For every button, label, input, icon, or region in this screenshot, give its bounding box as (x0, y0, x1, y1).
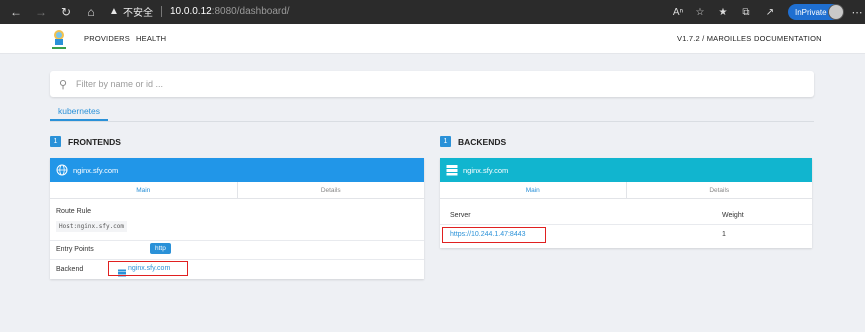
warning-icon: ▲ (109, 6, 119, 17)
globe-icon (56, 164, 68, 176)
app-navbar: PROVIDERS HEALTH V1.7.2 / MAROILLES DOCU… (0, 24, 865, 54)
browser-toolbar: ← → ↻ ⌂ ▲ 不安全 10.0.0.12:8080/dashboard/ … (0, 0, 865, 24)
back-icon[interactable]: ← (4, 0, 28, 24)
weight-column-header: Weight (722, 212, 744, 219)
share-icon[interactable]: ↗ (759, 0, 781, 24)
avatar[interactable] (828, 4, 844, 20)
filter-search-box[interactable]: ⚲ Filter by name or id ... (50, 71, 814, 97)
read-aloud-icon[interactable]: Aⁿ (667, 0, 689, 24)
tab-backend-details[interactable]: Details (627, 182, 813, 198)
frontend-divider-2 (50, 259, 424, 260)
server-weight-value: 1 (722, 231, 726, 238)
server-highlight-box (442, 227, 546, 243)
route-rule-value: Host:nginx.sfy.com (56, 221, 128, 232)
route-rule-block: Route Rule Host:nginx.sfy.com (56, 208, 128, 233)
frontends-count-badge: 1 (50, 136, 61, 147)
backend-label: Backend (56, 266, 84, 273)
search-input[interactable]: Filter by name or id ... (76, 79, 163, 89)
favorite-add-icon[interactable]: ☆ (689, 0, 711, 24)
tab-divider (50, 121, 814, 122)
traefik-logo (52, 30, 66, 49)
address-bar[interactable]: ▲ 不安全 10.0.0.12:8080/dashboard/ (108, 3, 653, 20)
entry-points-label: Entry Points (56, 246, 94, 253)
tab-backend-main[interactable]: Main (440, 182, 627, 198)
backend-tabs: Main Details (440, 182, 812, 199)
search-icon: ⚲ (58, 78, 68, 91)
frontends-title: FRONTENDS (68, 137, 121, 147)
frontend-card-header: nginx.sfy.com (50, 158, 424, 182)
refresh-icon[interactable]: ↻ (54, 0, 78, 24)
frontend-name: nginx.sfy.com (73, 165, 119, 175)
security-label: 不安全 (123, 8, 153, 19)
favorites-icon[interactable]: ★ (712, 0, 734, 24)
home-icon[interactable]: ⌂ (79, 0, 103, 24)
tab-frontend-details[interactable]: Details (238, 182, 425, 198)
backend-name: nginx.sfy.com (463, 165, 509, 175)
nav-documentation[interactable]: DOCUMENTATION (754, 34, 822, 43)
forward-icon[interactable]: → (29, 0, 53, 24)
backend-highlight-box (108, 261, 188, 276)
nav-health[interactable]: HEALTH (136, 34, 166, 43)
backends-count-badge: 1 (440, 136, 451, 147)
nav-version[interactable]: V1.7.2 / MAROILLES (677, 34, 751, 43)
url-host: 10.0.0.12 (170, 6, 212, 17)
url-separator (161, 6, 162, 17)
backend-table-divider (440, 224, 812, 225)
more-icon[interactable]: ⋯ (849, 0, 865, 24)
server-stack-icon (446, 164, 458, 176)
tab-kubernetes[interactable]: kubernetes (50, 102, 108, 121)
backends-title: BACKENDS (458, 137, 507, 147)
url-path: :8080/dashboard/ (211, 6, 290, 17)
frontend-card: nginx.sfy.com Main Details Route Rule Ho… (50, 158, 424, 279)
server-column-header: Server (450, 212, 471, 219)
nav-providers[interactable]: PROVIDERS (84, 34, 130, 43)
frontend-tabs: Main Details (50, 182, 424, 199)
route-rule-label: Route Rule (56, 208, 92, 215)
collections-icon[interactable]: ⧉ (735, 0, 757, 24)
entry-point-http-badge[interactable]: http (150, 243, 171, 254)
frontend-divider-1 (50, 240, 424, 241)
backend-card-header: nginx.sfy.com (440, 158, 812, 182)
tab-frontend-main[interactable]: Main (50, 182, 238, 198)
